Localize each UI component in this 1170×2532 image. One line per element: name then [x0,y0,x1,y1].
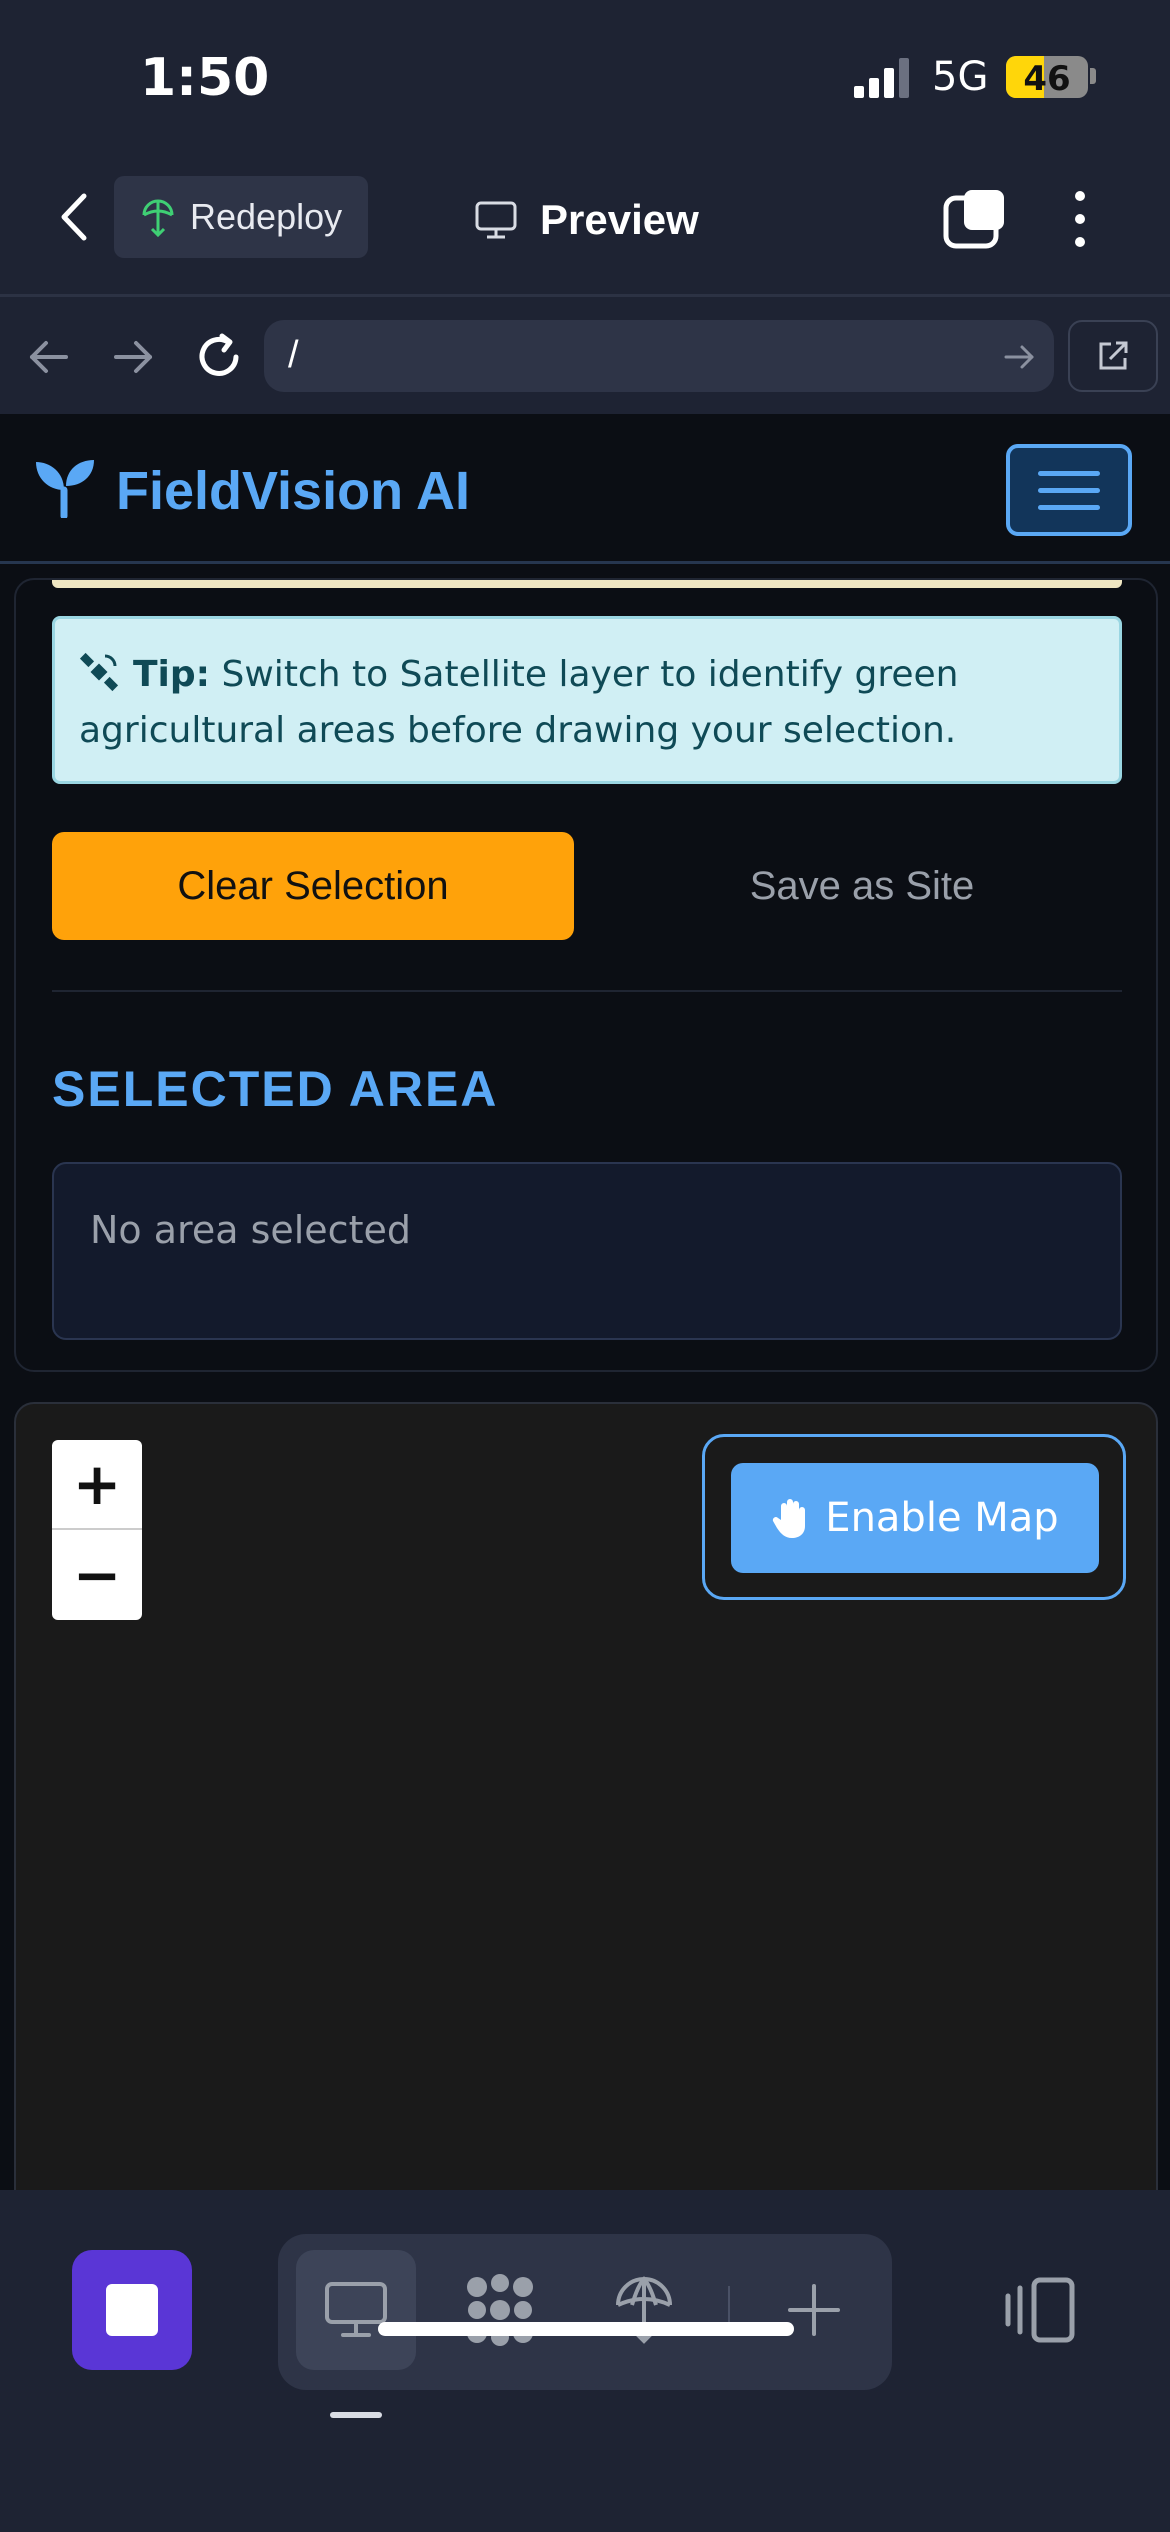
bottom-toolbar [0,2190,1170,2532]
reload-icon[interactable] [192,330,246,384]
more-options-icon[interactable] [1058,188,1102,250]
battery-cap [1090,68,1096,84]
selected-area-heading: SELECTED AREA [52,1061,499,1117]
add-button[interactable] [754,2250,874,2370]
signal-icon [854,58,909,98]
apps-button[interactable] [440,2250,560,2370]
monitor-icon [475,201,517,239]
alert-strip [52,580,1122,588]
zoom-out-button[interactable]: − [52,1530,142,1620]
home-indicator[interactable] [378,2322,794,2336]
url-text: / [288,334,299,376]
hamburger-bar [1038,470,1100,476]
selected-area-box: No area selected [52,1162,1122,1340]
selection-panel: Tip: Switch to Satellite layer to identi… [14,578,1158,1372]
redeploy-label: Redeploy [190,196,343,237]
enable-map-focus-ring: Enable Map [702,1434,1126,1600]
browser-back-icon[interactable] [26,334,72,380]
go-arrow-icon[interactable] [1002,340,1036,374]
stop-icon [106,2284,158,2336]
web-viewport: FieldVision AI Tip: Switch to Satellite … [0,414,1170,2190]
battery-level: 46 [1023,59,1071,98]
url-bar[interactable]: / [264,320,1054,392]
save-as-site-button[interactable]: Save as Site [602,832,1122,940]
deploy-button[interactable] [584,2250,704,2370]
active-tab-indicator [330,2412,382,2418]
zoom-control: + − [52,1440,142,1620]
network-label: 5G [932,54,989,100]
deploy-icon [142,199,174,237]
stop-button[interactable] [72,2250,192,2370]
hand-icon [773,1499,806,1538]
panel-icon[interactable] [1000,2270,1080,2350]
selected-area-empty-text: No area selected [90,1208,411,1252]
enable-map-button[interactable]: Enable Map [731,1463,1099,1573]
status-time: 1:50 [140,48,270,108]
hamburger-bar [1038,487,1100,493]
browser-forward-icon[interactable] [110,334,156,380]
panel-divider [52,990,1122,992]
tool-group [278,2234,892,2390]
site-header: FieldVision AI [0,414,1170,564]
satellite-icon [79,652,119,692]
tabs-icon[interactable] [942,188,1008,250]
seedling-icon [36,460,94,518]
menu-toggle-button[interactable] [1006,444,1132,536]
clear-selection-button[interactable]: Clear Selection [52,832,574,940]
external-link-icon [1099,341,1128,370]
back-icon[interactable] [54,190,94,244]
zoom-in-button[interactable]: + [52,1440,142,1530]
preview-label: Preview [540,196,699,243]
brand-name[interactable]: FieldVision AI [116,460,470,522]
redeploy-button[interactable]: Redeploy [114,176,368,258]
open-external-button[interactable] [1068,320,1158,392]
enable-map-label: Enable Map [825,1495,1059,1541]
tip-label: Tip: [133,654,211,695]
tip-alert: Tip: Switch to Satellite layer to identi… [52,616,1122,784]
battery-icon: 46 [1006,56,1088,98]
app-bar-divider [0,294,1170,297]
preview-tab[interactable]: Preview [474,190,699,250]
desktop-preview-button[interactable] [296,2250,416,2370]
tip-text: Switch to Satellite layer to identify gr… [79,654,959,751]
plus-icon [788,2284,840,2336]
hamburger-bar [1038,504,1100,510]
map-container[interactable]: + − Enable Map [14,1402,1158,2190]
